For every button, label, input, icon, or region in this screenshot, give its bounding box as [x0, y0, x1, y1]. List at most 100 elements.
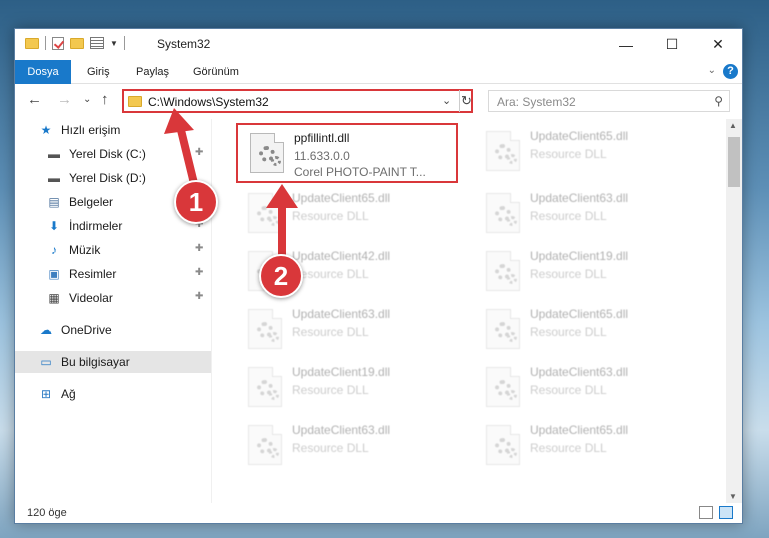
dll-file-icon — [248, 309, 282, 349]
properties-check-icon[interactable] — [52, 36, 64, 50]
file-tile[interactable]: UpdateClient19.dll Resource DLL — [236, 359, 458, 419]
file-name: UpdateClient19.dll — [292, 365, 391, 379]
video-icon: ▦ — [48, 291, 60, 305]
tab-giris[interactable]: Giriş — [75, 60, 122, 84]
address-path[interactable]: C:\Windows\System32 — [148, 95, 269, 109]
refresh-icon[interactable]: ↻ — [459, 90, 473, 112]
search-icon[interactable]: ⚲ — [714, 94, 723, 108]
status-bar: 120 öge — [15, 503, 742, 523]
tab-paylas[interactable]: Paylaş — [124, 60, 181, 84]
navigation-bar: ← → ⌄ ↑ C:\Windows\System32 ⌄ ↻ Ara: Sys… — [15, 85, 742, 118]
file-description: Resource DLL — [292, 325, 369, 339]
file-description: Resource DLL — [530, 441, 607, 455]
dll-file-icon — [486, 309, 520, 349]
minimize-button[interactable]: — — [603, 29, 649, 60]
sidebar-item-label: Yerel Disk (D:) — [69, 171, 146, 185]
sidebar-item-network[interactable]: ⊞ Ağ — [15, 383, 211, 405]
address-dropdown-icon[interactable]: ⌄ — [442, 94, 451, 107]
window-title: System32 — [157, 37, 211, 51]
scroll-up-icon[interactable]: ▲ — [729, 121, 737, 130]
sidebar-item-label: Belgeler — [69, 195, 114, 209]
maximize-button[interactable]: ☐ — [649, 29, 695, 60]
tiles-view-icon[interactable] — [719, 506, 733, 519]
file-name: UpdateClient65.dll — [530, 423, 629, 437]
file-name: UpdateClient63.dll — [292, 307, 391, 321]
explorer-window: ▼ System32 — ☐ ✕ Dosya Giriş Paylaş Görü… — [14, 28, 743, 524]
download-icon: ⬇ — [48, 219, 60, 233]
dll-file-icon — [486, 193, 520, 233]
sidebar-item-onedrive[interactable]: ☁ OneDrive — [15, 319, 211, 341]
pictures-icon: ▣ — [48, 267, 60, 281]
tab-dosya[interactable]: Dosya — [15, 60, 71, 84]
dll-file-icon — [250, 133, 284, 173]
file-description: Resource DLL — [292, 209, 369, 223]
back-arrow-icon[interactable]: ← — [27, 91, 42, 108]
scrollbar-thumb[interactable] — [728, 137, 740, 187]
file-description: Resource DLL — [530, 147, 607, 161]
file-tile[interactable]: UpdateClient63.dll Resource DLL — [236, 301, 458, 361]
forward-arrow-icon[interactable]: → — [57, 91, 72, 108]
computer-icon: ▭ — [40, 355, 52, 369]
step-2-badge: 2 — [259, 254, 303, 298]
rename-icon[interactable] — [90, 37, 104, 49]
search-placeholder: Ara: System32 — [497, 95, 576, 109]
file-tile[interactable]: UpdateClient19.dll Resource DLL — [474, 243, 696, 303]
file-tile[interactable]: UpdateClient63.dll Resource DLL — [236, 417, 458, 477]
dll-file-icon — [486, 131, 520, 171]
drive-icon: ▬ — [48, 147, 60, 161]
scroll-down-icon[interactable]: ▼ — [729, 492, 737, 501]
pin-icon: ✚ — [195, 267, 204, 278]
file-tile[interactable]: UpdateClient65.dll Resource DLL — [474, 301, 696, 361]
dll-file-icon — [248, 367, 282, 407]
sidebar-item-this-pc[interactable]: ▭ Bu bilgisayar — [15, 351, 211, 373]
dll-file-icon — [486, 425, 520, 465]
search-input[interactable]: Ara: System32 ⚲ — [488, 90, 730, 112]
help-icon[interactable]: ? — [723, 64, 738, 79]
sidebar-item-pictures[interactable]: ▣ Resimler ✚ — [15, 263, 211, 285]
close-button[interactable]: ✕ — [695, 29, 741, 60]
music-icon: ♪ — [51, 243, 57, 257]
file-name: UpdateClient65.dll — [530, 129, 629, 143]
file-tile[interactable]: UpdateClient65.dll Resource DLL — [474, 417, 696, 477]
title-bar: ▼ System32 — ☐ ✕ — [15, 29, 742, 60]
file-name: UpdateClient63.dll — [530, 191, 629, 205]
sidebar-item-label: Resimler — [69, 267, 117, 281]
sidebar-item-label: Yerel Disk (C:) — [69, 147, 146, 161]
file-description: Resource DLL — [530, 209, 607, 223]
new-folder-icon[interactable] — [70, 37, 84, 49]
file-tile[interactable]: UpdateClient63.dll Resource DLL — [474, 359, 696, 419]
file-tile[interactable]: UpdateClient63.dll Resource DLL — [474, 185, 696, 245]
sidebar-item-music[interactable]: ♪ Müzik ✚ — [15, 239, 211, 261]
sidebar-item-label: İndirmeler — [69, 219, 123, 233]
up-arrow-icon[interactable]: ↑ — [101, 91, 109, 108]
file-description: Resource DLL — [530, 383, 607, 397]
ribbon-collapse-icon[interactable]: ⌄ — [708, 65, 716, 76]
quick-access-toolbar: ▼ — [25, 36, 125, 50]
sidebar-item-label: Ağ — [61, 387, 76, 401]
dll-file-icon — [486, 251, 520, 291]
pin-icon: ✚ — [195, 243, 204, 254]
drive-icon: ▬ — [48, 171, 60, 185]
tab-gorunum[interactable]: Görünüm — [181, 60, 251, 84]
sidebar-item-label: Bu bilgisayar — [61, 355, 130, 369]
file-name: UpdateClient65.dll — [292, 191, 391, 205]
vertical-scrollbar[interactable]: ▲ ▼ — [726, 119, 742, 503]
file-description: Resource DLL — [292, 383, 369, 397]
file-description: Resource DLL — [530, 325, 607, 339]
file-description: Resource DLL — [530, 267, 607, 281]
file-tile-ppfillintl[interactable]: ppfillintl.dll 11.633.0.0 Corel PHOTO-PA… — [236, 123, 458, 183]
file-version: 11.633.0.0 — [294, 149, 350, 163]
details-view-icon[interactable] — [699, 506, 713, 519]
network-icon: ⊞ — [40, 387, 52, 401]
step-1-badge: 1 — [174, 180, 218, 224]
ribbon-tabs: Dosya Giriş Paylaş Görünüm ⌄ ? — [15, 60, 742, 84]
folder-icon[interactable] — [25, 37, 39, 49]
customize-toolbar-arrow-icon[interactable]: ▼ — [110, 39, 118, 48]
file-tile[interactable]: UpdateClient65.dll Resource DLL — [474, 123, 696, 183]
file-name: UpdateClient42.dll — [292, 249, 391, 263]
item-count: 120 öge — [27, 507, 67, 519]
sidebar-item-videos[interactable]: ▦ Videolar ✚ — [15, 287, 211, 309]
recent-locations-icon[interactable]: ⌄ — [83, 94, 91, 105]
pin-icon: ✚ — [195, 291, 204, 302]
file-name: UpdateClient19.dll — [530, 249, 629, 263]
